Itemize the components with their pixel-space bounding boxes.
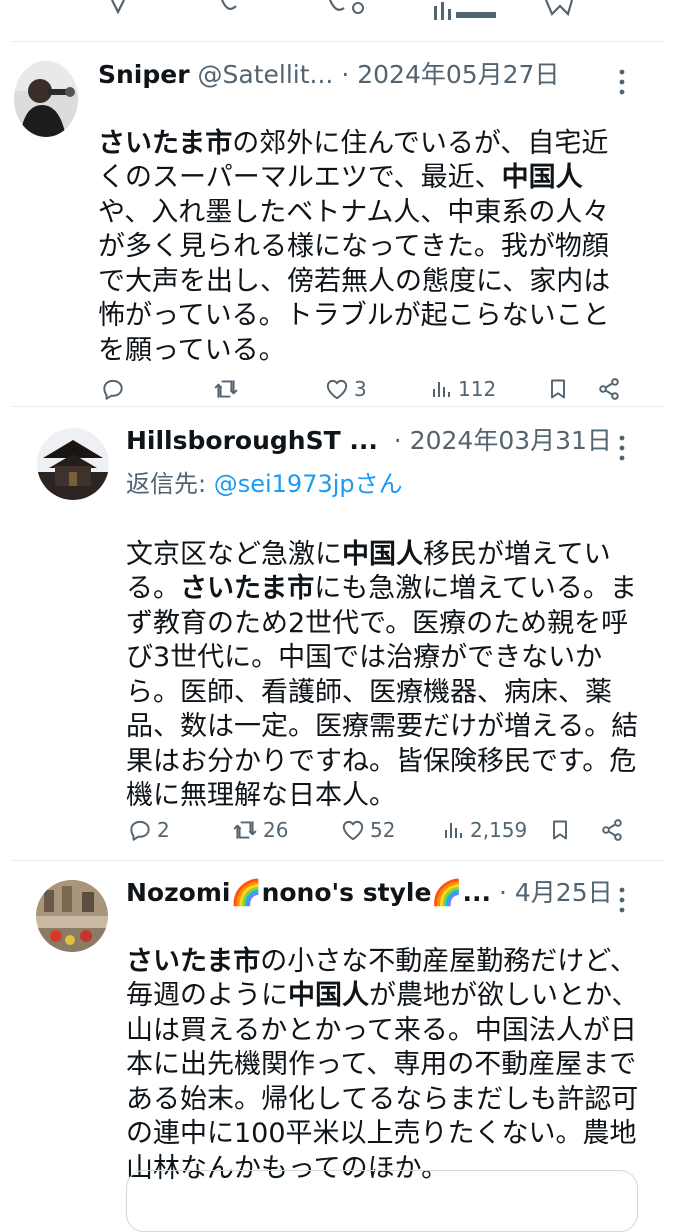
retweet-button[interactable]: 26	[231, 815, 288, 845]
avatar[interactable]	[36, 880, 108, 952]
tweet-text: さいたま市の郊外に住んでいるが、自宅近くのスーパーマルエツで、最近、中国人や、入…	[98, 92, 628, 368]
text-segment: にも急激に増えている。まず教育のため2世代で。医療のため親を呼び3世代に。中国で…	[126, 573, 639, 811]
action-bar: 3 112	[100, 374, 640, 404]
like-button[interactable]: 3	[324, 374, 367, 404]
text-segment-bold: 中国人	[501, 162, 583, 193]
tweet-header: Nozomi🌈nono's style🌈... · 4月25日	[126, 878, 613, 908]
text-segment-bold: 中国人	[288, 980, 369, 1011]
avatar[interactable]	[37, 428, 109, 500]
text-segment-bold: さいたま市	[98, 127, 233, 159]
like-count: 3	[354, 377, 367, 401]
reply-button[interactable]	[100, 374, 130, 404]
reply-to-mention[interactable]: @sei1973jpさん	[214, 470, 403, 498]
retweet-button[interactable]	[212, 374, 244, 404]
like-icon	[326, 379, 348, 400]
tweet-header: HillsboroughST ... · 2024年03月31日	[126, 426, 612, 456]
like-button[interactable]: 52	[340, 815, 395, 845]
more-icon[interactable]	[616, 434, 628, 462]
retweet-icon	[214, 380, 238, 398]
reply-button[interactable]: 2	[127, 815, 170, 845]
tweet-text: 文京区など急激に中国人移民が増えている。さいたま市にも急激に増えている。まず教育…	[126, 503, 640, 814]
share-button[interactable]	[599, 815, 625, 845]
reply-to-label: 返信先:	[126, 470, 214, 498]
views-button[interactable]: 112	[430, 374, 496, 404]
previous-tweet-actions	[0, 0, 675, 40]
retweet-count: 26	[263, 818, 289, 842]
views-button[interactable]: 2,159	[442, 815, 527, 845]
like-count: 52	[370, 818, 396, 842]
partial-icons-strip	[111, 0, 574, 20]
tweet-text: さいたま市の小さな不動産屋勤務だけど、毎週のように中国人が農地が欲しいとか、山は…	[126, 910, 640, 1186]
post-date[interactable]: · 2024年03月31日	[394, 426, 612, 455]
reply-icon	[130, 820, 150, 841]
avatar-image	[14, 61, 78, 137]
bookmark-icon	[551, 379, 565, 399]
avatar-image	[36, 880, 108, 952]
divider	[12, 860, 663, 861]
embedded-card-edge	[126, 1170, 638, 1232]
share-icon	[599, 378, 619, 400]
retweet-icon	[233, 821, 257, 839]
reply-icon	[103, 379, 123, 400]
views-count: 112	[458, 377, 497, 401]
post-date[interactable]: · 2024年05月27日	[341, 60, 559, 89]
display-name[interactable]: Nozomi🌈nono's style🌈...	[126, 878, 491, 907]
text-segment-bold: さいたま市	[180, 573, 315, 604]
share-button[interactable]	[596, 374, 622, 404]
bookmark-button[interactable]	[546, 374, 570, 404]
views-icon	[433, 382, 450, 397]
bookmark-icon	[553, 820, 567, 840]
share-icon	[602, 819, 622, 841]
post-date[interactable]: · 4月25日	[499, 878, 613, 907]
user-handle[interactable]: @Satellit...	[198, 60, 334, 89]
bookmark-button[interactable]	[548, 815, 572, 845]
text-segment-bold: さいたま市	[126, 945, 261, 977]
reply-to-line: 返信先: @sei1973jpさん	[126, 464, 403, 499]
avatar[interactable]	[14, 61, 78, 137]
text-segment-bold: 中国人	[342, 538, 423, 570]
text-segment: や、入れ墨したベトナム人、中東系の人々が多く見られる様になってきた。我が物顔で大…	[98, 196, 611, 366]
display-name[interactable]: HillsboroughST ...	[126, 426, 378, 455]
avatar-image	[37, 428, 109, 500]
display-name[interactable]: Sniper	[98, 60, 190, 89]
like-icon	[342, 820, 364, 841]
divider	[12, 406, 663, 407]
text-segment: 文京区など急激に	[126, 538, 342, 570]
views-icon	[445, 823, 462, 838]
views-count: 2,159	[470, 818, 528, 842]
divider	[12, 41, 663, 42]
reply-count: 2	[157, 818, 170, 842]
tweet-header: Sniper @Satellit... · 2024年05月27日	[98, 60, 559, 90]
action-bar: 2 26 52 2,159	[127, 815, 637, 845]
